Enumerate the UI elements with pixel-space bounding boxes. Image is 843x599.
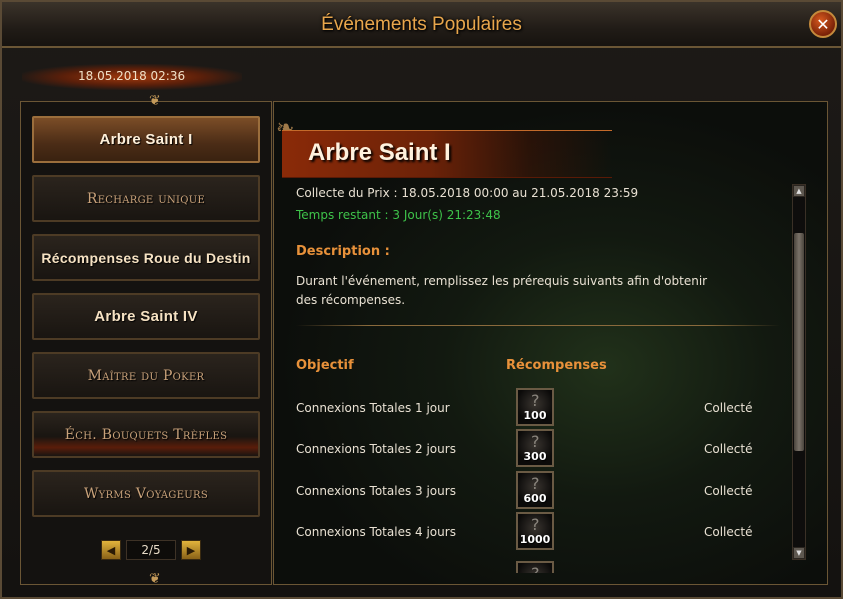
- description-heading: Description :: [296, 244, 390, 259]
- arrow-down-icon: ▼: [796, 549, 802, 557]
- page-indicator: 2/5: [126, 540, 176, 560]
- server-time-bar: 18.05.2018 02:36: [22, 64, 242, 90]
- table-row: Connexions Totales 1 jour ? 100 Collecté: [296, 388, 766, 432]
- content-scrollbar[interactable]: ▲ ▼: [792, 184, 806, 560]
- next-page-button[interactable]: ▶: [181, 540, 201, 560]
- event-title-banner: Arbre Saint I: [282, 130, 612, 178]
- reward-amount: 1000: [519, 533, 551, 546]
- scroll-up-button[interactable]: ▲: [793, 185, 805, 197]
- pagination: ◀ 2/5 ▶: [101, 540, 201, 562]
- row-status: Collecté: [704, 484, 753, 498]
- event-item-label: Arbre Saint IV: [94, 308, 198, 325]
- row-status: Collecté: [704, 442, 753, 456]
- mystery-reward-icon: ?: [531, 515, 540, 534]
- event-item-label: Récompenses Roue du Destin: [41, 249, 251, 266]
- reward-amount: 100: [523, 409, 547, 422]
- rewards-header: Récompenses: [506, 358, 607, 373]
- row-status: Collecté: [704, 525, 753, 539]
- table-row: Connexions Totales 3 jours ? 600 Collect…: [296, 471, 766, 515]
- mystery-reward-icon: ?: [531, 432, 540, 451]
- event-title: Arbre Saint I: [308, 139, 451, 166]
- objective-text: Connexions Totales 2 jours: [296, 442, 456, 456]
- window-title: Événements Populaires: [321, 14, 522, 35]
- arrow-right-icon: ▶: [186, 543, 196, 557]
- event-item-label: Wyrms Voyageurs: [83, 485, 208, 502]
- scrollbar-thumb[interactable]: [794, 233, 804, 451]
- table-row: Connexions Totales 2 jours ? 300 Collect…: [296, 429, 766, 473]
- objective-text: Connexions Totales 4 jours: [296, 525, 456, 539]
- mystery-reward-icon: ?: [531, 474, 540, 493]
- arrow-up-icon: ▲: [796, 187, 802, 195]
- table-row: Connexions Totales 4 jours ? 1000 Collec…: [296, 512, 766, 556]
- reward-item[interactable]: ?: [516, 561, 554, 573]
- scroll-down-button[interactable]: ▼: [793, 547, 805, 559]
- event-item-label: Arbre Saint I: [99, 131, 193, 148]
- mystery-reward-icon: ?: [531, 564, 540, 573]
- event-item-arbre-saint-i[interactable]: Arbre Saint I: [32, 116, 260, 163]
- reward-amount: 600: [523, 492, 547, 505]
- event-item-label: Éch. Bouquets Trèfles: [64, 426, 228, 443]
- objective-text: Connexions Totales 3 jours: [296, 484, 456, 498]
- events-window: Événements Populaires ✕ 18.05.2018 02:36…: [0, 0, 843, 599]
- description-text: Durant l'événement, remplissez les prére…: [296, 274, 708, 307]
- close-button[interactable]: ✕: [809, 10, 837, 38]
- event-period: Collecte du Prix : 18.05.2018 00:00 au 2…: [296, 186, 639, 200]
- server-time: 18.05.2018 02:36: [78, 69, 186, 83]
- event-item-bouquets-trefles[interactable]: Éch. Bouquets Trèfles: [32, 411, 260, 458]
- event-item-recharge-unique[interactable]: Recharge unique: [32, 175, 260, 222]
- row-status: Collecté: [704, 401, 753, 415]
- mystery-reward-icon: ?: [531, 391, 540, 410]
- event-item-roue-du-destin[interactable]: Récompenses Roue du Destin: [32, 234, 260, 281]
- reward-item[interactable]: ? 1000: [516, 512, 554, 550]
- event-detail-panel: ❧ Arbre Saint I Collecte du Prix : 18.05…: [273, 101, 828, 585]
- objective-text: Connexions Totales 1 jour: [296, 401, 450, 415]
- reward-item[interactable]: ? 300: [516, 429, 554, 467]
- ornament-icon: ❦: [149, 93, 161, 109]
- title-bar: Événements Populaires ✕: [2, 2, 841, 48]
- time-remaining: Temps restant : 3 Jour(s) 21:23:48: [296, 208, 501, 222]
- objective-header: Objectif: [296, 358, 354, 373]
- reward-amount: 300: [523, 450, 547, 463]
- event-item-wyrms-voyageurs[interactable]: Wyrms Voyageurs: [32, 470, 260, 517]
- close-icon: ✕: [816, 14, 830, 34]
- arrow-left-icon: ◀: [106, 543, 116, 557]
- event-item-label: Maître du Poker: [87, 367, 205, 384]
- event-item-maitre-du-poker[interactable]: Maître du Poker: [32, 352, 260, 399]
- reward-item[interactable]: ? 600: [516, 471, 554, 509]
- ornament-icon: ❦: [149, 571, 161, 587]
- table-row: ?: [296, 557, 766, 573]
- divider: [296, 325, 780, 326]
- event-list-panel: ❦ Arbre Saint I Recharge unique Récompen…: [20, 93, 272, 587]
- prev-page-button[interactable]: ◀: [101, 540, 121, 560]
- event-item-label: Recharge unique: [86, 190, 206, 207]
- event-item-arbre-saint-iv[interactable]: Arbre Saint IV: [32, 293, 260, 340]
- reward-item[interactable]: ? 100: [516, 388, 554, 426]
